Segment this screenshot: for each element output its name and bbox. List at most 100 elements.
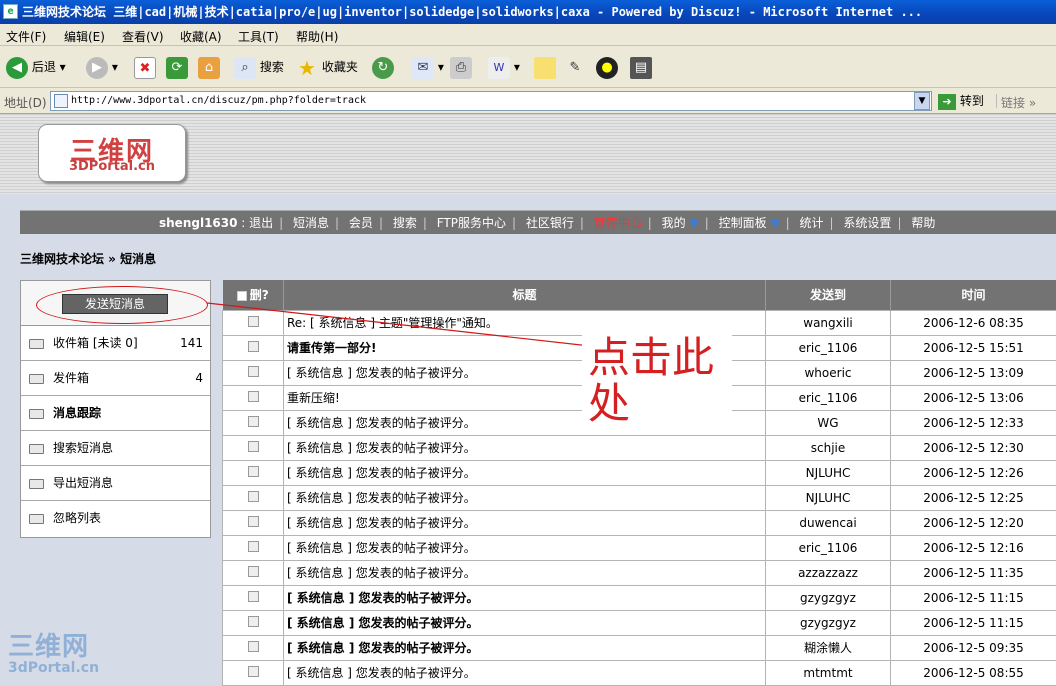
table-row[interactable]: [ 系统信息 ] 您发表的帖子被评分。 糊涂懒人 2006-12-5 09:35 [222,634,1056,661]
row-checkbox[interactable] [247,490,259,502]
address-dropdown[interactable]: ▼ [914,92,930,110]
row-subject[interactable]: [ 系统信息 ] 您发表的帖子被评分。 [283,609,766,636]
sidebar-item-inbox[interactable]: 收件箱 [未读 0] 141 [21,326,210,361]
row-recipient[interactable]: gzygzgyz [765,609,891,636]
discuss-button[interactable]: ✎ [564,55,586,79]
menu-help[interactable]: 帮助(H) [296,28,338,45]
row-checkbox[interactable] [247,565,259,577]
table-row[interactable]: [ 系统信息 ] 您发表的帖子被评分。 eric_1106 2006-12-5 12… [222,534,1056,561]
nav-members[interactable]: 会员 [349,216,373,230]
qq-button[interactable]: ● [596,55,618,79]
row-recipient[interactable]: whoeric [765,359,891,386]
row-checkbox[interactable] [247,465,259,477]
row-subject[interactable]: [ 系统信息 ] 您发表的帖子被评分。 [283,659,766,686]
row-subject[interactable]: Re: [ 系统信息 ] 主题"管理操作"通知。 [283,309,766,336]
table-row[interactable]: [ 系统信息 ] 您发表的帖子被评分。 duwencai 2006-12-5 12:… [222,509,1056,536]
nav-username[interactable]: shengl1630 [159,216,237,230]
site-logo[interactable]: 三维网 3DPortal.cn [38,124,186,182]
table-row[interactable]: [ 系统信息 ] 您发表的帖子被评分。 mtmtmt 2006-12-5 08:55 [222,659,1056,686]
messenger-button[interactable]: ▤ [630,55,652,79]
row-subject[interactable]: [ 系统信息 ] 您发表的帖子被评分。 [283,434,766,461]
menu-favorites[interactable]: 收藏(A) [180,28,222,45]
table-row[interactable]: [ 系统信息 ] 您发表的帖子被评分。 gzygzgyz 2006-12-5 11:… [222,609,1056,636]
refresh-button[interactable]: ⟳ [166,55,188,79]
row-checkbox[interactable] [247,615,259,627]
row-subject[interactable]: [ 系统信息 ] 您发表的帖子被评分。 [283,459,766,486]
table-row[interactable]: [ 系统信息 ] 您发表的帖子被评分。 NJLUHC 2006-12-5 12:25 [222,484,1056,511]
nav-logout[interactable]: 退出 [249,216,273,230]
nav-ftp[interactable]: FTP服务中心 [437,216,506,230]
search-button[interactable]: ⌕ 搜索 [234,55,284,79]
home-button[interactable]: ⌂ [198,55,220,79]
sidebar-item-search[interactable]: 搜索短消息 [21,431,210,466]
row-recipient[interactable]: NJLUHC [765,459,891,486]
history-button[interactable]: ↻ [372,55,394,79]
back-button[interactable]: ◀ 后退 ▾ [6,55,66,79]
cp-dropdown-icon[interactable]: ▼ [770,216,779,230]
sidebar-item-ignore[interactable]: 忽略列表 [21,501,210,536]
go-button[interactable]: ➜ 转到 [938,92,984,110]
notes-button[interactable] [534,55,556,79]
row-recipient[interactable]: schjie [765,434,891,461]
row-recipient[interactable]: NJLUHC [765,484,891,511]
menu-file[interactable]: 文件(F) [6,28,46,45]
row-recipient[interactable]: wangxili [765,309,891,336]
table-row[interactable]: [ 系统信息 ] 您发表的帖子被评分。 gzygzgyz 2006-12-5 11:… [222,584,1056,611]
mail-button[interactable]: ✉ ▾ [412,55,444,79]
sidebar-item-export[interactable]: 导出短消息 [21,466,210,501]
nav-control-panel[interactable]: 控制面板 [719,216,767,230]
row-recipient[interactable]: 糊涂懒人 [765,634,891,661]
favorites-button[interactable]: ★ 收藏夹 [296,55,358,79]
row-checkbox[interactable] [247,640,259,652]
sidebar-item-track[interactable]: 消息跟踪 [21,396,210,431]
row-recipient[interactable]: azzazzazz [765,559,891,586]
nav-help[interactable]: 帮助 [911,216,935,230]
row-checkbox[interactable] [247,340,259,352]
nav-pm[interactable]: 短消息 [293,216,329,230]
nav-my[interactable]: 我的 [662,216,686,230]
menu-tools[interactable]: 工具(T) [238,28,279,45]
print-button[interactable]: ⎙ [450,55,472,79]
table-row[interactable]: [ 系统信息 ] 您发表的帖子被评分。 azzazzazz 2006-12-5 11… [222,559,1056,586]
nav-promo[interactable]: 宣传中心 [594,216,642,230]
row-recipient[interactable]: mtmtmt [765,659,891,686]
sidebar-item-outbox[interactable]: 发件箱 4 [21,361,210,396]
address-input[interactable]: http://www.3dportal.cn/discuz/pm.php?fol… [50,91,932,111]
row-recipient[interactable]: gzygzgyz [765,584,891,611]
links-button[interactable]: 链接 » [996,94,1036,110]
row-recipient[interactable]: eric_1106 [765,334,891,361]
row-recipient[interactable]: eric_1106 [765,534,891,561]
edit-button[interactable]: W ▾ [488,55,520,79]
row-checkbox[interactable] [247,665,259,677]
select-all-checkbox[interactable] [236,290,247,301]
row-checkbox[interactable] [247,540,259,552]
row-subject[interactable]: [ 系统信息 ] 您发表的帖子被评分。 [283,534,766,561]
row-checkbox[interactable] [247,440,259,452]
menu-view[interactable]: 查看(V) [122,28,164,45]
row-checkbox[interactable] [247,415,259,427]
nav-bank[interactable]: 社区银行 [526,216,574,230]
nav-stats[interactable]: 统计 [800,216,824,230]
row-subject[interactable]: [ 系统信息 ] 您发表的帖子被评分。 [283,634,766,661]
row-checkbox[interactable] [247,515,259,527]
table-row[interactable]: [ 系统信息 ] 您发表的帖子被评分。 NJLUHC 2006-12-5 12:26 [222,459,1056,486]
table-row[interactable]: Re: [ 系统信息 ] 主题"管理操作"通知。 wangxili 2006-12-… [222,309,1056,336]
row-checkbox[interactable] [247,390,259,402]
nav-settings[interactable]: 系统设置 [843,216,891,230]
row-recipient[interactable]: WG [765,409,891,436]
row-recipient[interactable]: eric_1106 [765,384,891,411]
my-dropdown-icon[interactable]: ▼ [689,216,698,230]
nav-search[interactable]: 搜索 [393,216,417,230]
forward-button[interactable]: ▶ ▾ [86,55,118,79]
select-all-header[interactable]: 删? [222,280,284,310]
row-subject[interactable]: [ 系统信息 ] 您发表的帖子被评分。 [283,509,766,536]
row-recipient[interactable]: duwencai [765,509,891,536]
table-row[interactable]: [ 系统信息 ] 您发表的帖子被评分。 schjie 2006-12-5 12:30 [222,434,1056,461]
stop-button[interactable]: ✖ [134,55,156,79]
row-subject[interactable]: [ 系统信息 ] 您发表的帖子被评分。 [283,484,766,511]
row-subject[interactable]: [ 系统信息 ] 您发表的帖子被评分。 [283,559,766,586]
row-subject[interactable]: [ 系统信息 ] 您发表的帖子被评分。 [283,584,766,611]
row-checkbox[interactable] [247,315,259,327]
row-checkbox[interactable] [247,590,259,602]
menu-edit[interactable]: 编辑(E) [64,28,105,45]
